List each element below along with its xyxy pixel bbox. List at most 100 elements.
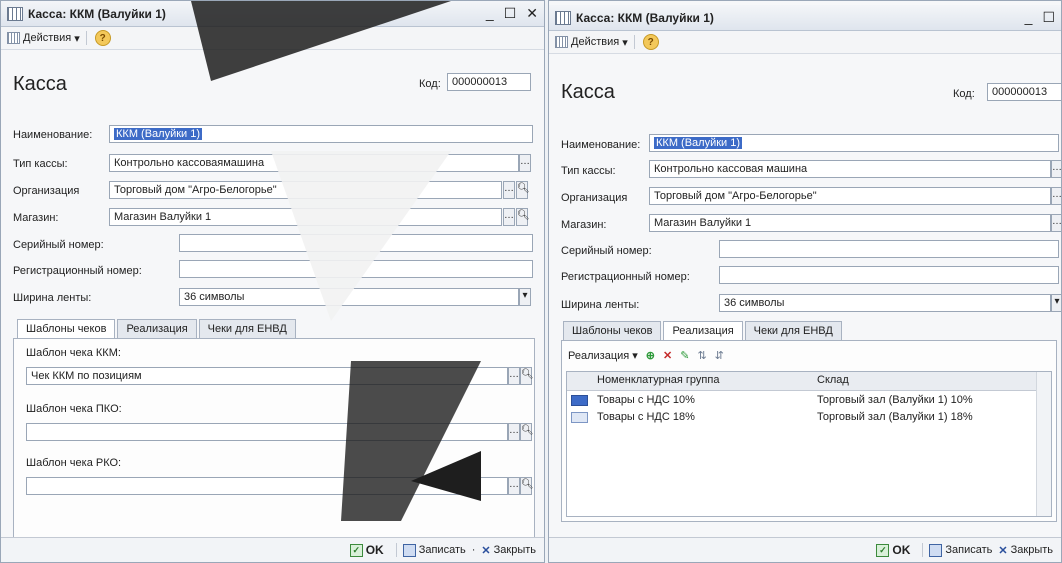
title-bar[interactable]: Касса: ККМ (Валуйки 1) _ ☐	[549, 5, 1061, 31]
reg-field[interactable]	[179, 260, 533, 278]
type-label: Тип кассы:	[13, 158, 68, 170]
cell-store: Торговый зал (Валуйки 1) 10%	[817, 394, 973, 406]
form-footer: ✓ OK Записать ✕ Закрыть	[549, 537, 1061, 562]
chevron-down-icon[interactable]: ▾	[1051, 294, 1061, 312]
org-field[interactable]: Торговый дом "Агро-Белогорье"	[649, 187, 1051, 205]
org-open-button[interactable]: 🔍︎	[516, 181, 530, 199]
chevron-down-icon[interactable]: ▾	[519, 288, 531, 306]
name-label: Наименование:	[561, 139, 641, 151]
type-field[interactable]: Контрольно кассоваямашина	[109, 154, 519, 172]
reg-field[interactable]	[719, 266, 1059, 284]
edit-icon[interactable]: ✎	[680, 349, 689, 362]
width-select[interactable]: 36 символы	[719, 294, 1051, 312]
tab-envd[interactable]: Чеки для ЕНВД	[198, 319, 296, 338]
close-icon: ✕	[481, 544, 491, 557]
row-item-icon	[571, 395, 588, 406]
cell-store: Торговый зал (Валуйки 1) 18%	[817, 411, 973, 423]
close-form-button[interactable]: ✕ Закрыть	[998, 544, 1053, 557]
name-field[interactable]: ККМ (Валуйки 1)	[649, 134, 1059, 152]
ok-button[interactable]: ✓ OK	[349, 543, 384, 557]
code-label: Код:	[419, 78, 441, 90]
check-icon: ✓	[876, 543, 890, 557]
cell-group: Товары с НДС 10%	[597, 394, 695, 406]
shop-field[interactable]: Магазин Валуйки 1	[649, 214, 1051, 232]
title-bar[interactable]: Касса: ККМ (Валуйки 1) _ ☐ ✕	[1, 1, 544, 27]
sort-desc-icon[interactable]: ⇵	[715, 349, 724, 362]
reg-label: Регистрационный номер:	[561, 271, 690, 283]
column-header-store[interactable]: Склад	[817, 374, 849, 386]
window-icon	[555, 10, 571, 25]
tpl-rko-field[interactable]	[26, 477, 508, 495]
tpl-kkm-field[interactable]: Чек ККМ по позициям	[26, 367, 508, 385]
shop-select-button[interactable]: …	[503, 208, 515, 226]
code-field[interactable]: 000000013	[987, 83, 1061, 101]
save-icon	[929, 543, 943, 557]
help-icon[interactable]: ?	[94, 30, 111, 46]
tpl-pko-field[interactable]	[26, 423, 508, 441]
close-button[interactable]: ✕	[526, 5, 538, 22]
ok-label: OK	[892, 543, 911, 557]
actions-icon	[7, 32, 20, 44]
width-select[interactable]: 36 символы	[179, 288, 519, 306]
maximize-button[interactable]: ☐	[1042, 9, 1055, 26]
ok-label: OK	[365, 543, 384, 557]
serial-field[interactable]	[179, 234, 533, 252]
page-title: Касса	[561, 81, 615, 103]
tpl-kkm-select-button[interactable]: …	[508, 367, 520, 385]
grid-actions-button[interactable]: Реализация ▾	[568, 349, 638, 362]
column-header-group[interactable]: Номенклатурная группа	[597, 374, 719, 386]
code-label: Код:	[953, 88, 975, 100]
table-header: Номенклатурная группа Склад	[567, 372, 1051, 391]
actions-menu-button[interactable]: Действия ▾	[555, 36, 628, 49]
serial-field[interactable]	[719, 240, 1059, 258]
tab-envd[interactable]: Чеки для ЕНВД	[744, 321, 842, 340]
tab-sales[interactable]: Реализация	[663, 321, 743, 340]
org-select-button[interactable]: …	[1051, 187, 1061, 205]
type-field[interactable]: Контрольно кассовая машина	[649, 160, 1051, 178]
cell-group: Товары с НДС 18%	[597, 411, 695, 423]
width-label: Ширина ленты:	[13, 292, 92, 304]
divider	[922, 543, 924, 557]
save-button[interactable]: Записать	[929, 543, 992, 557]
org-field[interactable]: Торговый дом "Агро-Белогорье"	[109, 181, 502, 199]
close-form-button[interactable]: ✕ Закрыть	[481, 544, 536, 557]
minimize-button[interactable]: _	[486, 5, 494, 22]
form-toolbar: Действия ▾ ?	[549, 31, 1061, 54]
tpl-pko-select-button[interactable]: …	[508, 423, 520, 441]
tab-templates[interactable]: Шаблоны чеков	[17, 319, 116, 338]
help-icon[interactable]: ?	[642, 34, 659, 50]
cash-register-window-right: Касса: ККМ (Валуйки 1) _ ☐ Действия ▾ ? …	[548, 0, 1062, 563]
search-icon[interactable]: 🔍︎	[520, 477, 534, 495]
row-item-icon	[571, 412, 588, 423]
code-field[interactable]: 000000013	[447, 73, 531, 91]
close-label: Закрыть	[1010, 544, 1053, 556]
shop-select-button[interactable]: …	[1051, 214, 1061, 232]
maximize-button[interactable]: ☐	[504, 5, 517, 22]
add-icon[interactable]: ⊕	[646, 349, 655, 362]
actions-menu-button[interactable]: Действия ▾	[7, 32, 80, 45]
tab-sales[interactable]: Реализация	[117, 319, 197, 338]
type-select-button[interactable]: …	[519, 154, 531, 172]
tab-templates[interactable]: Шаблоны чеков	[563, 321, 662, 340]
shop-open-button[interactable]: 🔍︎	[516, 208, 530, 226]
save-button[interactable]: Записать	[402, 543, 466, 557]
search-icon[interactable]: 🔍︎	[520, 367, 534, 385]
window-title: Касса: ККМ (Валуйки 1)	[576, 10, 714, 25]
ok-button[interactable]: ✓ OK	[876, 543, 910, 557]
delete-icon[interactable]: ✕	[663, 349, 672, 362]
type-select-button[interactable]: …	[1051, 160, 1061, 178]
tpl-rko-select-button[interactable]: …	[508, 477, 520, 495]
table-scrollbar[interactable]	[1036, 372, 1051, 516]
check-icon: ✓	[349, 543, 363, 557]
minimize-button[interactable]: _	[1025, 9, 1033, 26]
table-row[interactable]: Товары с НДС 18% Торговый зал (Валуйки 1…	[567, 409, 1051, 425]
actions-label: Действия	[571, 36, 620, 48]
chevron-down-icon: ▾	[622, 36, 628, 49]
name-field[interactable]: ККМ (Валуйки 1)	[109, 125, 533, 143]
divider	[395, 543, 397, 557]
sort-asc-icon[interactable]: ⇅	[697, 349, 706, 362]
search-icon[interactable]: 🔍︎	[520, 423, 534, 441]
org-select-button[interactable]: …	[503, 181, 515, 199]
shop-field[interactable]: Магазин Валуйки 1	[109, 208, 502, 226]
table-row[interactable]: Товары с НДС 10% Торговый зал (Валуйки 1…	[567, 392, 1051, 408]
